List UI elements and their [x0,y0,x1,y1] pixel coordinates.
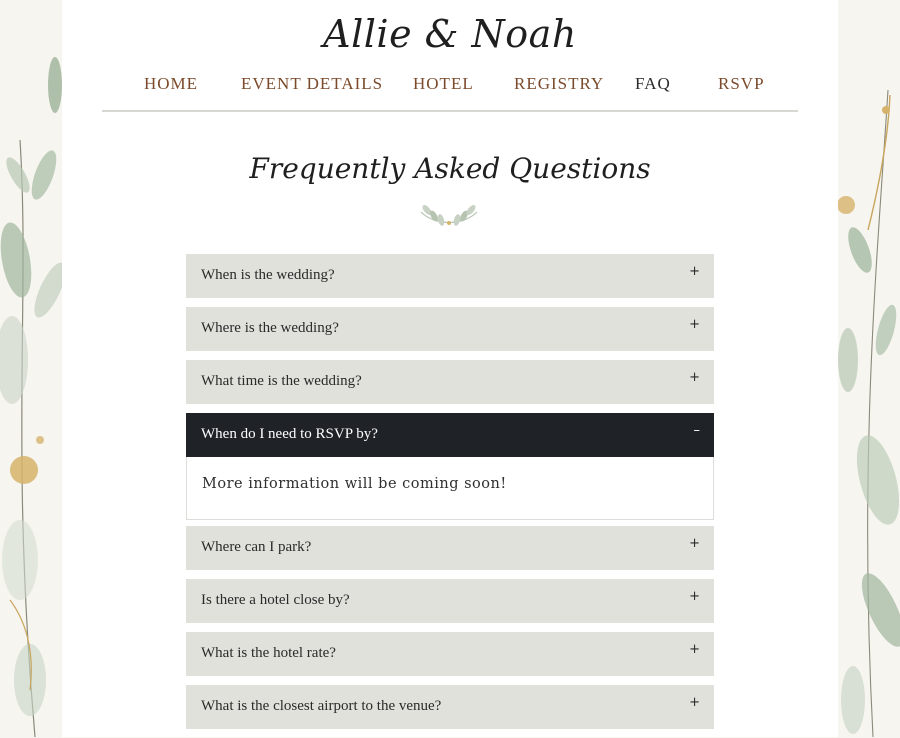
nav-registry[interactable]: REGISTRY [514,74,604,94]
faq-question-text: Is there a hotel close by? [201,592,350,608]
faq-heading: Frequently Asked Questions [249,152,651,185]
main-nav: HOME EVENT DETAILS HOTEL REGISTRY FAQ RS… [102,62,798,112]
plus-icon[interactable]: + [689,536,700,551]
right-floral-decoration [838,0,900,737]
plus-icon[interactable]: + [689,589,700,604]
plus-icon[interactable]: + [689,317,700,332]
faq-accordion: When is the wedding? + Where is the wedd… [186,254,714,738]
faq-question-text: What is the hotel rate? [201,645,336,661]
faq-question-text: Where is the wedding? [201,320,339,336]
faq-question-text: Where can I park? [201,539,312,555]
plus-icon[interactable]: + [689,264,700,279]
main-page: Allie & Noah HOME EVENT DETAILS HOTEL RE… [62,0,838,737]
plus-icon[interactable]: + [689,642,700,657]
site-title[interactable]: Allie & Noah [62,12,838,56]
faq-question[interactable]: Where is the wedding? + [186,307,714,351]
nav-event-details[interactable]: EVENT DETAILS [241,74,383,94]
nav-home[interactable]: HOME [144,74,198,94]
eucalyptus-watercolor-icon [0,57,62,737]
eucalyptus-watercolor-icon [838,89,900,737]
faq-question[interactable]: What is the closest airport to the venue… [186,685,714,729]
leaf-sprig-icon [420,205,478,226]
nav-rsvp[interactable]: RSVP [718,74,765,94]
faq-question-text: When do I need to RSVP by? [201,426,378,442]
faq-question[interactable]: What time is the wedding? + [186,360,714,404]
plus-icon[interactable]: + [689,370,700,385]
faq-question-open[interactable]: When do I need to RSVP by? – [186,413,714,457]
plus-icon[interactable]: + [689,695,700,710]
faq-question[interactable]: Is there a hotel close by? + [186,579,714,623]
faq-answer-text: More information will be coming soon! [202,476,507,492]
faq-answer-panel: More information will be coming soon! [186,457,714,520]
minus-icon[interactable]: – [694,423,701,438]
faq-question-text: When is the wedding? [201,267,335,283]
faq-question[interactable]: Where can I park? + [186,526,714,570]
left-floral-decoration [0,0,62,737]
faq-question-text: What is the closest airport to the venue… [201,698,442,714]
nav-hotel[interactable]: HOTEL [413,74,474,94]
faq-question[interactable]: What is the hotel rate? + [186,632,714,676]
nav-faq[interactable]: FAQ [635,74,671,94]
faq-question-text: What time is the wedding? [201,373,362,389]
faq-question[interactable]: When is the wedding? + [186,254,714,298]
